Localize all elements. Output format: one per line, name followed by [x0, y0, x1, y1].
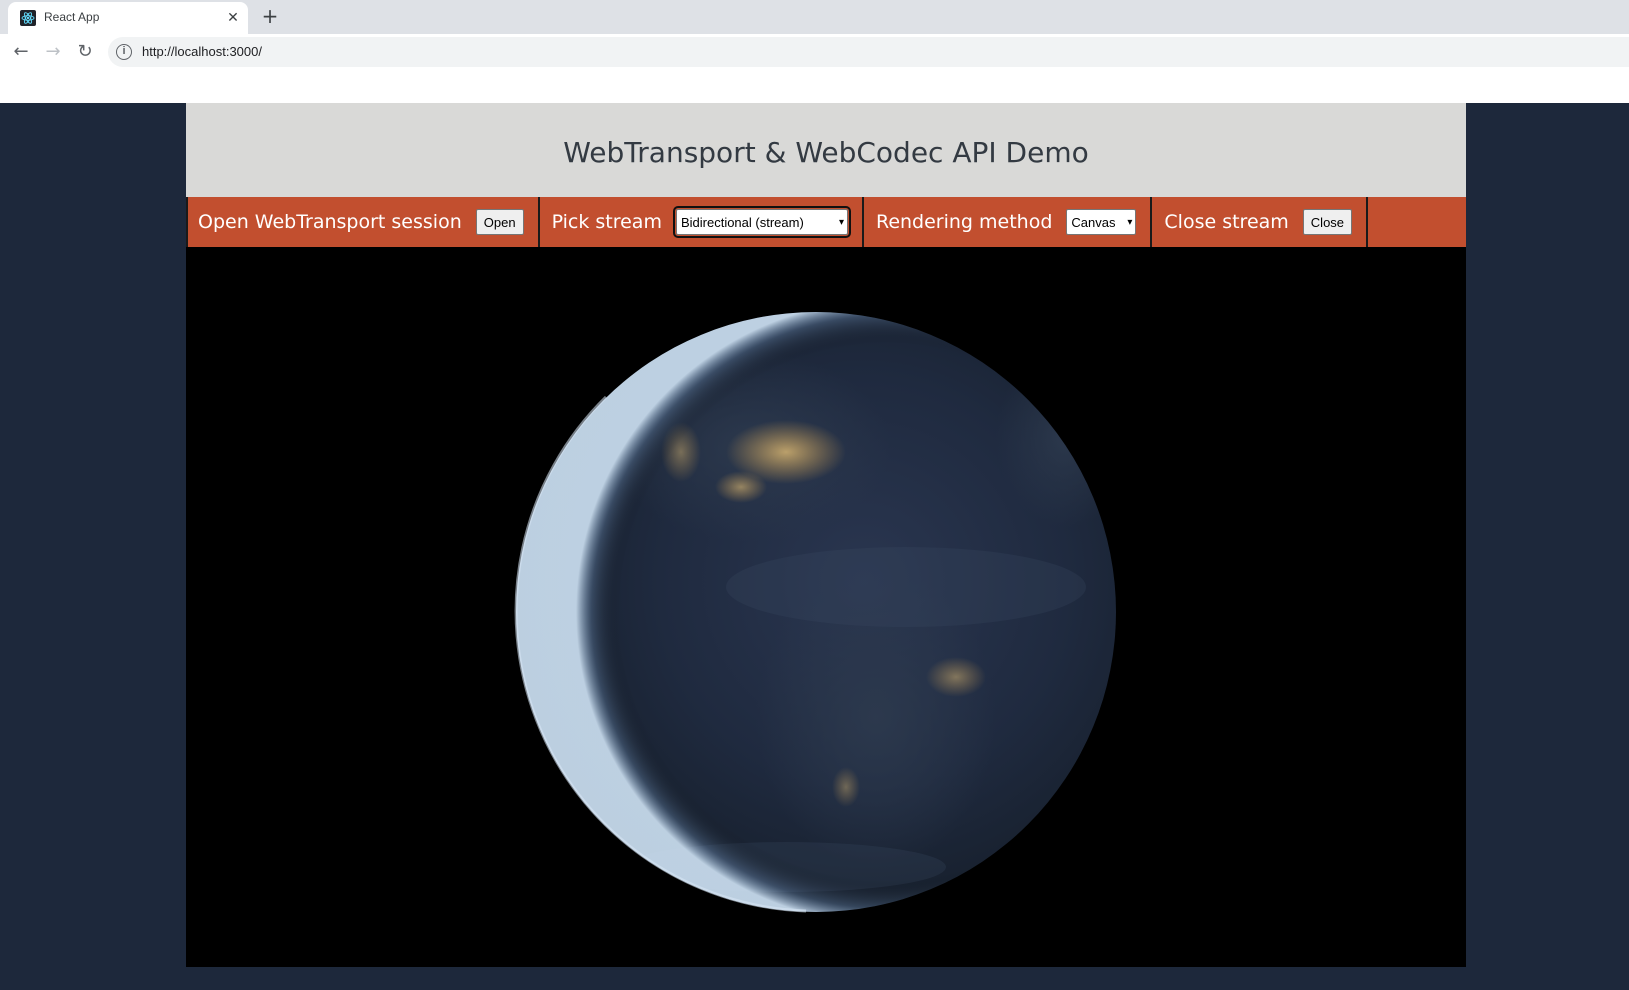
close-icon[interactable]: ✕	[224, 9, 242, 27]
page-viewport: WebTransport & WebCodec API Demo Open We…	[0, 103, 1629, 990]
back-arrow-icon[interactable]: ←	[9, 40, 33, 64]
url-text[interactable]: http://localhost:3000/	[142, 44, 262, 59]
close-stream-group: Close stream Close	[1152, 197, 1369, 247]
rendering-select-value: Canvas	[1071, 214, 1116, 230]
earth-image	[514, 312, 1116, 913]
rendering-select[interactable]: Canvas ▾	[1066, 209, 1137, 235]
reload-icon[interactable]: ↻	[73, 40, 97, 64]
close-button[interactable]: Close	[1302, 209, 1353, 235]
open-session-label: Open WebTransport session	[198, 211, 462, 233]
tab-title: React App	[44, 10, 100, 24]
open-session-group: Open WebTransport session Open	[186, 197, 540, 247]
forward-arrow-icon[interactable]: →	[41, 40, 65, 64]
rendering-label: Rendering method	[875, 211, 1053, 233]
browser-tabstrip: React App ✕ +	[0, 0, 1629, 34]
stream-select[interactable]: Bidirectional (stream) ▾	[672, 206, 851, 238]
browser-tab[interactable]: React App ✕	[8, 2, 248, 34]
close-stream-label: Close stream	[1164, 211, 1289, 233]
address-bar[interactable]: i http://localhost:3000/	[108, 37, 1629, 67]
plus-icon[interactable]: +	[258, 4, 282, 28]
page-title: WebTransport & WebCodec API Demo	[563, 135, 1089, 169]
video-canvas	[186, 247, 1466, 967]
app-header: WebTransport & WebCodec API Demo	[186, 103, 1466, 197]
rendering-group: Rendering method Canvas ▾	[864, 197, 1153, 247]
open-button[interactable]: Open	[475, 209, 524, 235]
pick-stream-group: Pick stream Bidirectional (stream) ▾	[540, 197, 864, 247]
browser-toolbar: ← → ↻ i http://localhost:3000/	[0, 34, 1629, 70]
react-icon	[20, 10, 36, 26]
chevron-down-icon: ▾	[838, 216, 844, 228]
stream-select-value: Bidirectional (stream)	[680, 214, 804, 230]
pick-stream-label: Pick stream	[551, 211, 662, 233]
app-container: WebTransport & WebCodec API Demo Open We…	[186, 103, 1466, 967]
info-icon[interactable]: i	[116, 44, 132, 60]
controls-bar: Open WebTransport session Open Pick stre…	[186, 197, 1466, 247]
chevron-down-icon: ▾	[1127, 216, 1133, 228]
